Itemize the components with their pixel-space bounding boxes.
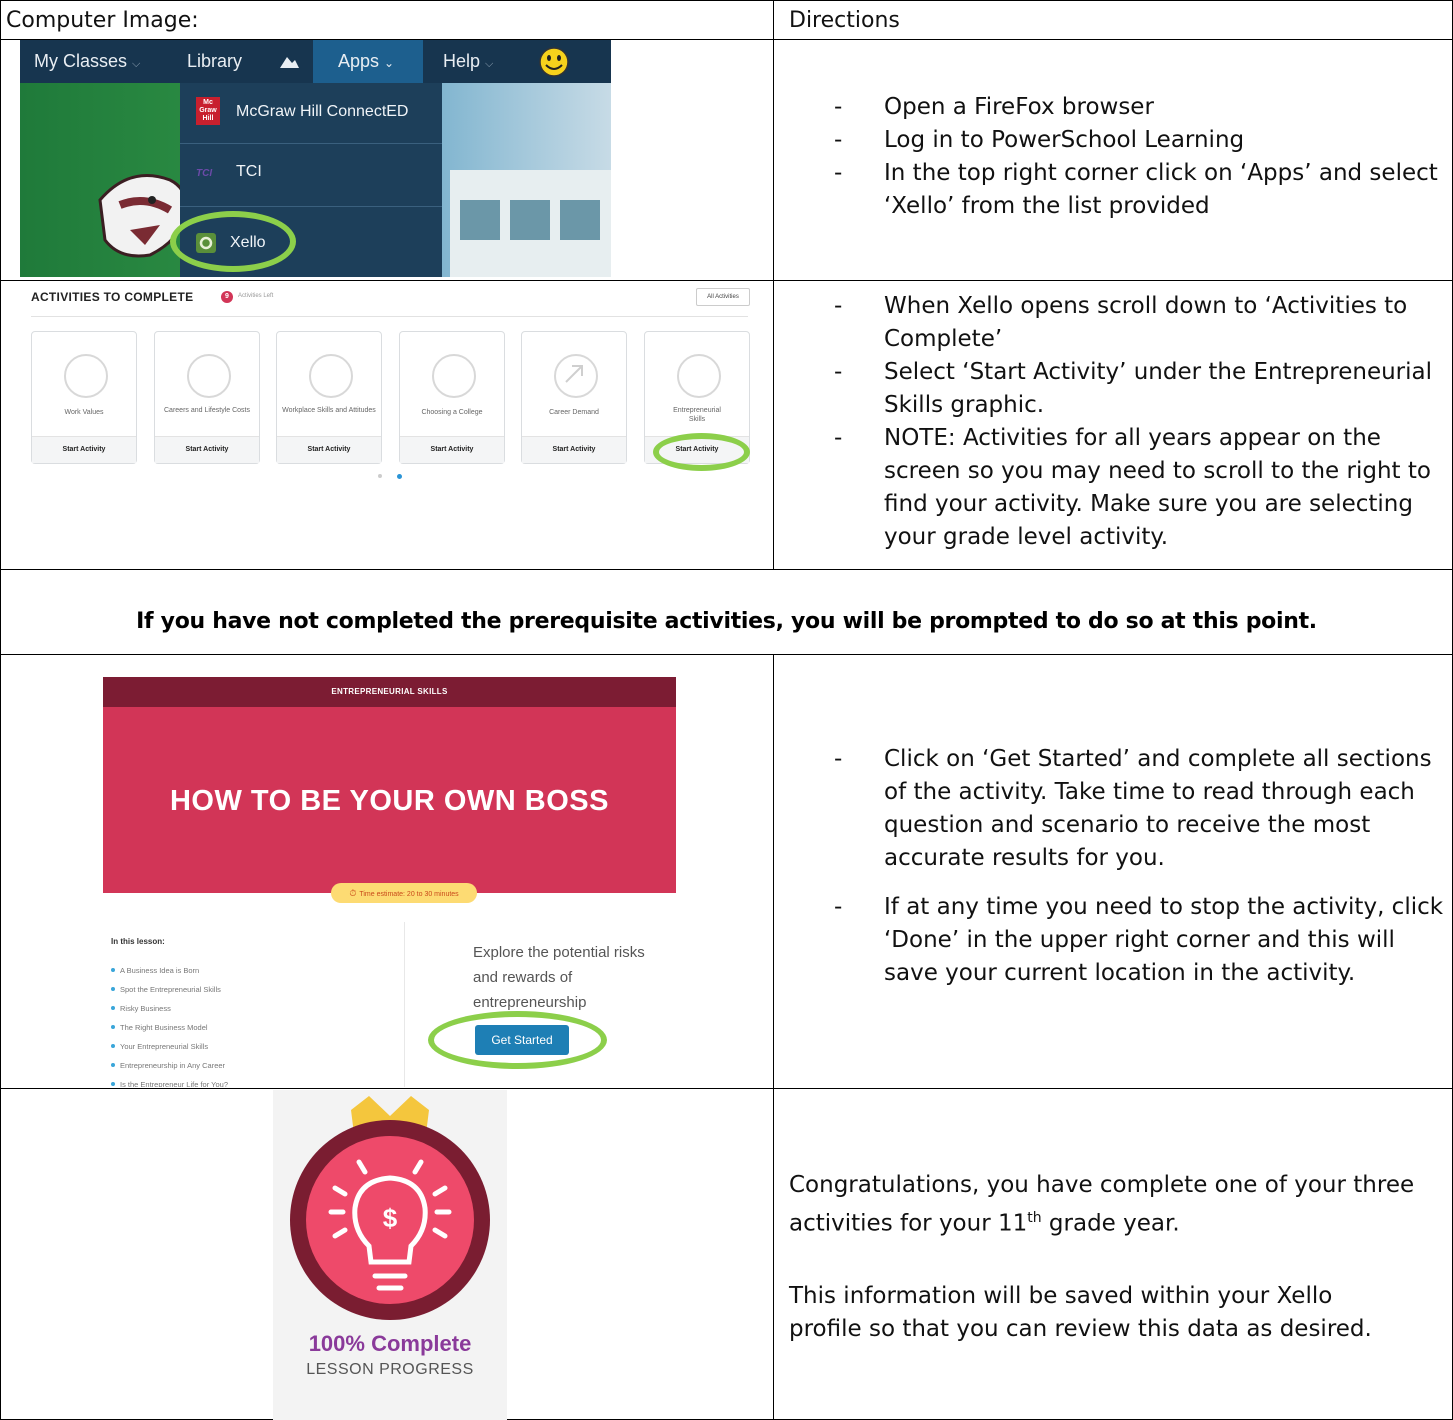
list-item: Entrepreneurship in Any Career: [111, 1056, 228, 1075]
direction-item: If at any time you need to stop the acti…: [800, 891, 1453, 990]
table-border-top: [0, 0, 1453, 1]
arrow-up-right-icon: [554, 354, 598, 398]
smiley-icon[interactable]: [538, 46, 570, 78]
activity-card-label: Choosing a College: [421, 409, 483, 416]
dropdown-item-tci[interactable]: TCI TCI: [180, 146, 442, 207]
direction-item: When Xello opens scroll down to ‘Activit…: [800, 290, 1453, 356]
saved-info-text: This information will be saved within yo…: [789, 1283, 1372, 1342]
highlight-circle: [428, 1011, 607, 1069]
nav-apps[interactable]: Apps ⌄: [338, 40, 394, 83]
prerequisite-note: If you have not completed the prerequisi…: [136, 609, 1317, 634]
list-item: Spot the Entrepreneurial Skills: [111, 980, 228, 999]
time-estimate-text: Time estimate: 20 to 30 minutes: [359, 891, 459, 898]
start-activity-button[interactable]: Start Activity: [155, 436, 259, 463]
table-border-left: [0, 0, 1, 1420]
activity-card[interactable]: Careers and Lifestyle Costs Start Activi…: [154, 331, 260, 464]
activities-heading: ACTIVITIES TO COMPLETE: [31, 290, 194, 304]
school-building-photo: [450, 170, 611, 277]
dropdown-item-mcgraw[interactable]: Mc Graw Hill McGraw Hill ConnectED: [180, 83, 442, 144]
lesson-progress-label: LESSON PROGRESS: [306, 1361, 474, 1378]
activities-count-badge: 9: [221, 291, 233, 303]
dollar-symbol: $: [382, 1203, 398, 1233]
list-item: Risky Business: [111, 999, 228, 1018]
chevron-down-icon: ⌄: [384, 56, 395, 70]
column-divider-lower: [773, 654, 774, 1420]
stack-icon: [187, 354, 231, 398]
mcgraw-hill-logo-icon: Mc Graw Hill: [196, 97, 220, 125]
chevron-down-icon: ⌵: [485, 58, 494, 70]
activity-card[interactable]: Workplace Skills and Attitudes Start Act…: [276, 331, 382, 464]
xello-activities-screenshot: ACTIVITIES TO COMPLETE 9 Activities Left…: [20, 283, 758, 488]
timer-icon: ⏱: [349, 888, 357, 898]
activity-card-label: Careers and Lifestyle Costs: [164, 407, 250, 414]
powerschool-screenshot: My Classes ⌵ Library Apps ⌄ Help ⌵ Mc Gr…: [20, 40, 611, 277]
desk-icon: [309, 354, 353, 398]
list-item: A Business Idea is Born: [111, 961, 228, 980]
lesson-title: HOW TO BE YOUR OWN BOSS: [169, 785, 609, 817]
activities-divider: [31, 316, 748, 317]
direction-item: Click on ‘Get Started’ and complete all …: [800, 743, 1453, 875]
lesson-description: Explore the potential risks and rewards …: [473, 944, 645, 1011]
row-divider-1: [0, 280, 1453, 281]
activity-card-label: Entrepreneurial Skills: [673, 407, 721, 423]
direction-item: Open a FireFox browser: [800, 91, 1453, 124]
chevron-down-icon: ⌵: [132, 58, 141, 70]
direction-item: In the top right corner click on ‘Apps’ …: [800, 157, 1453, 223]
start-activity-button[interactable]: Start Activity: [32, 436, 136, 463]
row-divider-3: [0, 654, 1453, 655]
list-item: Your Entrepreneurial Skills: [111, 1037, 228, 1056]
row-divider-2: [0, 569, 1453, 570]
list-item: The Right Business Model: [111, 1018, 228, 1037]
start-activity-button[interactable]: Start Activity: [400, 436, 504, 463]
dropdown-label: McGraw Hill ConnectED: [236, 103, 409, 120]
completion-badge-screenshot: $ 100% Complete LESSON PROGRESS: [273, 1090, 507, 1420]
briefcase-icon: [432, 354, 476, 398]
activity-card-label: Workplace Skills and Attitudes: [282, 407, 376, 414]
time-estimate-badge: ⏱ Time estimate: 20 to 30 minutes: [331, 883, 477, 903]
congratulations-text: Congratulations, you have complete one o…: [789, 1172, 1415, 1237]
nav-library[interactable]: Library: [187, 40, 242, 83]
direction-item: NOTE: Activities for all years appear on…: [800, 422, 1453, 554]
carousel-dot-active[interactable]: [397, 474, 402, 479]
lesson-category-bar: ENTREPRENEURIAL SKILLS: [103, 677, 676, 707]
activities-left-label: Activities Left: [238, 293, 274, 299]
xello-lesson-screenshot: ENTREPRENEURIAL SKILLS HOW TO BE YOUR OW…: [103, 677, 676, 1087]
nav-my-classes[interactable]: My Classes ⌵: [34, 40, 140, 83]
all-activities-button[interactable]: All Activities: [696, 288, 750, 306]
column-header-directions: Directions: [789, 8, 900, 33]
direction-item: Log in to PowerSchool Learning: [800, 124, 1453, 157]
start-activity-button[interactable]: Start Activity: [277, 436, 381, 463]
dropdown-label: TCI: [236, 163, 262, 180]
activity-card-label: Work Values: [64, 409, 104, 416]
activity-card[interactable]: Work Values Start Activity: [31, 331, 137, 464]
completion-percent: 100% Complete: [308, 1331, 472, 1356]
nav-help[interactable]: Help ⌵: [443, 40, 493, 83]
start-activity-button[interactable]: Start Activity: [522, 436, 626, 463]
activity-card-label: Career Demand: [549, 409, 599, 416]
document-icon: [64, 354, 108, 398]
directions-list-1: Open a FireFox browser Log in to PowerSc…: [800, 91, 1453, 223]
directions-list-2: When Xello opens scroll down to ‘Activit…: [800, 290, 1453, 554]
activity-card[interactable]: Choosing a College Start Activity: [399, 331, 505, 464]
cloud-icon[interactable]: [278, 54, 300, 70]
highlight-circle: [653, 433, 750, 471]
column-header-image: Computer Image:: [6, 8, 199, 33]
activity-card[interactable]: Career Demand Start Activity: [521, 331, 627, 464]
lesson-heading: In this lesson:: [111, 937, 165, 946]
tci-logo-icon: TCI: [196, 168, 213, 179]
direction-item: Select ‘Start Activity’ under the Entrep…: [800, 356, 1453, 422]
list-item: Is the Entrepreneur Life for You?: [111, 1075, 228, 1087]
column-divider: [773, 0, 774, 569]
lightbulb-dollar-icon: [677, 354, 721, 398]
row-divider-4: [0, 1088, 1453, 1089]
carousel-dot[interactable]: [378, 474, 382, 478]
highlight-circle: [170, 211, 296, 272]
directions-list-3: Click on ‘Get Started’ and complete all …: [800, 743, 1453, 990]
lesson-divider: [404, 922, 405, 1087]
lesson-list: A Business Idea is Born Spot the Entrepr…: [111, 961, 228, 1087]
